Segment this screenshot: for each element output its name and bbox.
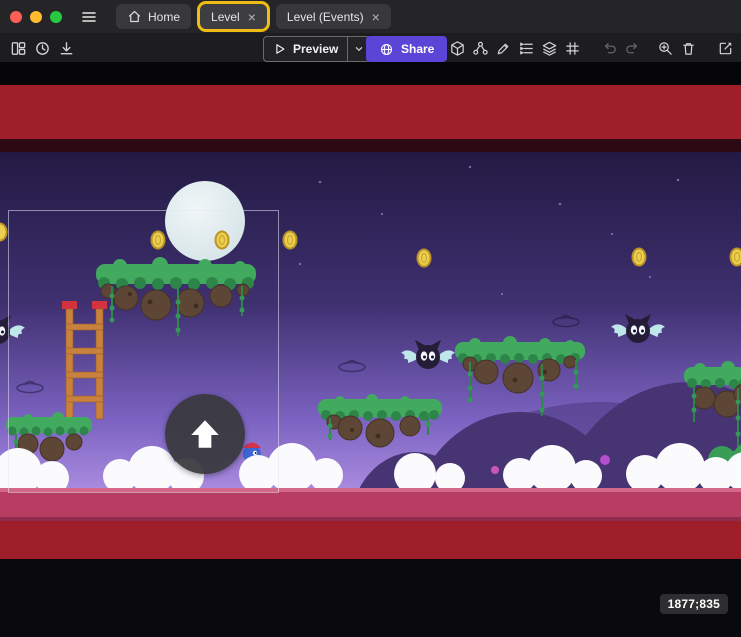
preview-button-main[interactable]: Preview — [264, 37, 347, 61]
close-window-button[interactable] — [10, 11, 22, 23]
preview-label: Preview — [293, 42, 338, 56]
title-bar: Home Level × Level (Events) × — [0, 0, 741, 34]
object-groups-icon — [472, 40, 489, 57]
project-panels-button[interactable] — [8, 37, 29, 59]
traffic-lights — [10, 11, 62, 23]
objects-3d-button[interactable] — [447, 37, 468, 59]
undo-icon — [601, 40, 618, 57]
toolbar-left-group — [8, 36, 77, 60]
play-icon — [273, 42, 287, 56]
ground[interactable] — [0, 488, 741, 521]
hamburger-icon — [80, 8, 98, 26]
cursor-coordinates-badge: 1877;835 — [660, 594, 728, 614]
save-icon — [58, 40, 75, 57]
zoom-window-button[interactable] — [50, 11, 62, 23]
scene-void-top — [0, 62, 741, 85]
redo-button[interactable] — [622, 37, 643, 59]
close-tab-icon[interactable]: × — [372, 10, 380, 24]
edit-object-button[interactable] — [493, 37, 514, 59]
top-red-band[interactable] — [0, 85, 741, 139]
share-label: Share — [401, 42, 434, 56]
bottom-red-band[interactable] — [0, 521, 741, 559]
up-arrow-icon — [187, 416, 223, 452]
preview-button[interactable]: Preview — [263, 36, 370, 62]
tab-level-events[interactable]: Level (Events) × — [276, 4, 391, 29]
zoom-in-button[interactable] — [655, 37, 676, 59]
layers-icon — [541, 40, 558, 57]
globe-icon — [379, 42, 394, 57]
close-tab-icon[interactable]: × — [248, 10, 256, 24]
scene-properties-button[interactable] — [715, 37, 736, 59]
cube-3d-icon — [449, 40, 466, 57]
tab-home[interactable]: Home — [116, 4, 191, 29]
grid-button[interactable] — [562, 37, 583, 59]
scene-void-bottom — [0, 559, 741, 637]
save-button[interactable] — [56, 37, 77, 59]
game-scene[interactable] — [0, 62, 741, 637]
trash-icon — [680, 40, 697, 57]
tab-label: Home — [148, 10, 180, 24]
touch-up-arrow-button[interactable] — [165, 394, 245, 474]
redo-icon — [624, 40, 641, 57]
top-maroon-strip — [0, 139, 741, 152]
project-panels-icon — [10, 40, 27, 57]
scene-editor-canvas[interactable]: 1877;835 — [0, 62, 741, 637]
tab-level[interactable]: Level × — [200, 4, 267, 29]
home-icon — [127, 9, 142, 24]
tab-bar: Home Level × Level (Events) × — [116, 4, 391, 29]
layers-button[interactable] — [539, 37, 560, 59]
scene-properties-icon — [717, 40, 734, 57]
tab-label: Level — [211, 10, 240, 24]
history-icon — [34, 40, 51, 57]
moon[interactable] — [165, 181, 245, 261]
chevron-down-icon — [353, 43, 365, 55]
tab-label: Level (Events) — [287, 10, 364, 24]
minimize-window-button[interactable] — [30, 11, 42, 23]
toolbar-right-group — [447, 36, 736, 60]
pencil-icon — [495, 40, 512, 57]
app-window: Home Level × Level (Events) × — [0, 0, 741, 637]
grid-icon — [564, 40, 581, 57]
toolbar: Preview Share — [0, 33, 741, 62]
object-groups-button[interactable] — [470, 37, 491, 59]
history-button[interactable] — [32, 37, 53, 59]
instances-list-button[interactable] — [516, 37, 537, 59]
zoom-in-icon — [657, 40, 674, 57]
share-button[interactable]: Share — [366, 36, 447, 62]
instances-list-icon — [518, 40, 535, 57]
main-menu-button[interactable] — [78, 6, 100, 28]
undo-button[interactable] — [599, 37, 620, 59]
delete-button[interactable] — [678, 37, 699, 59]
